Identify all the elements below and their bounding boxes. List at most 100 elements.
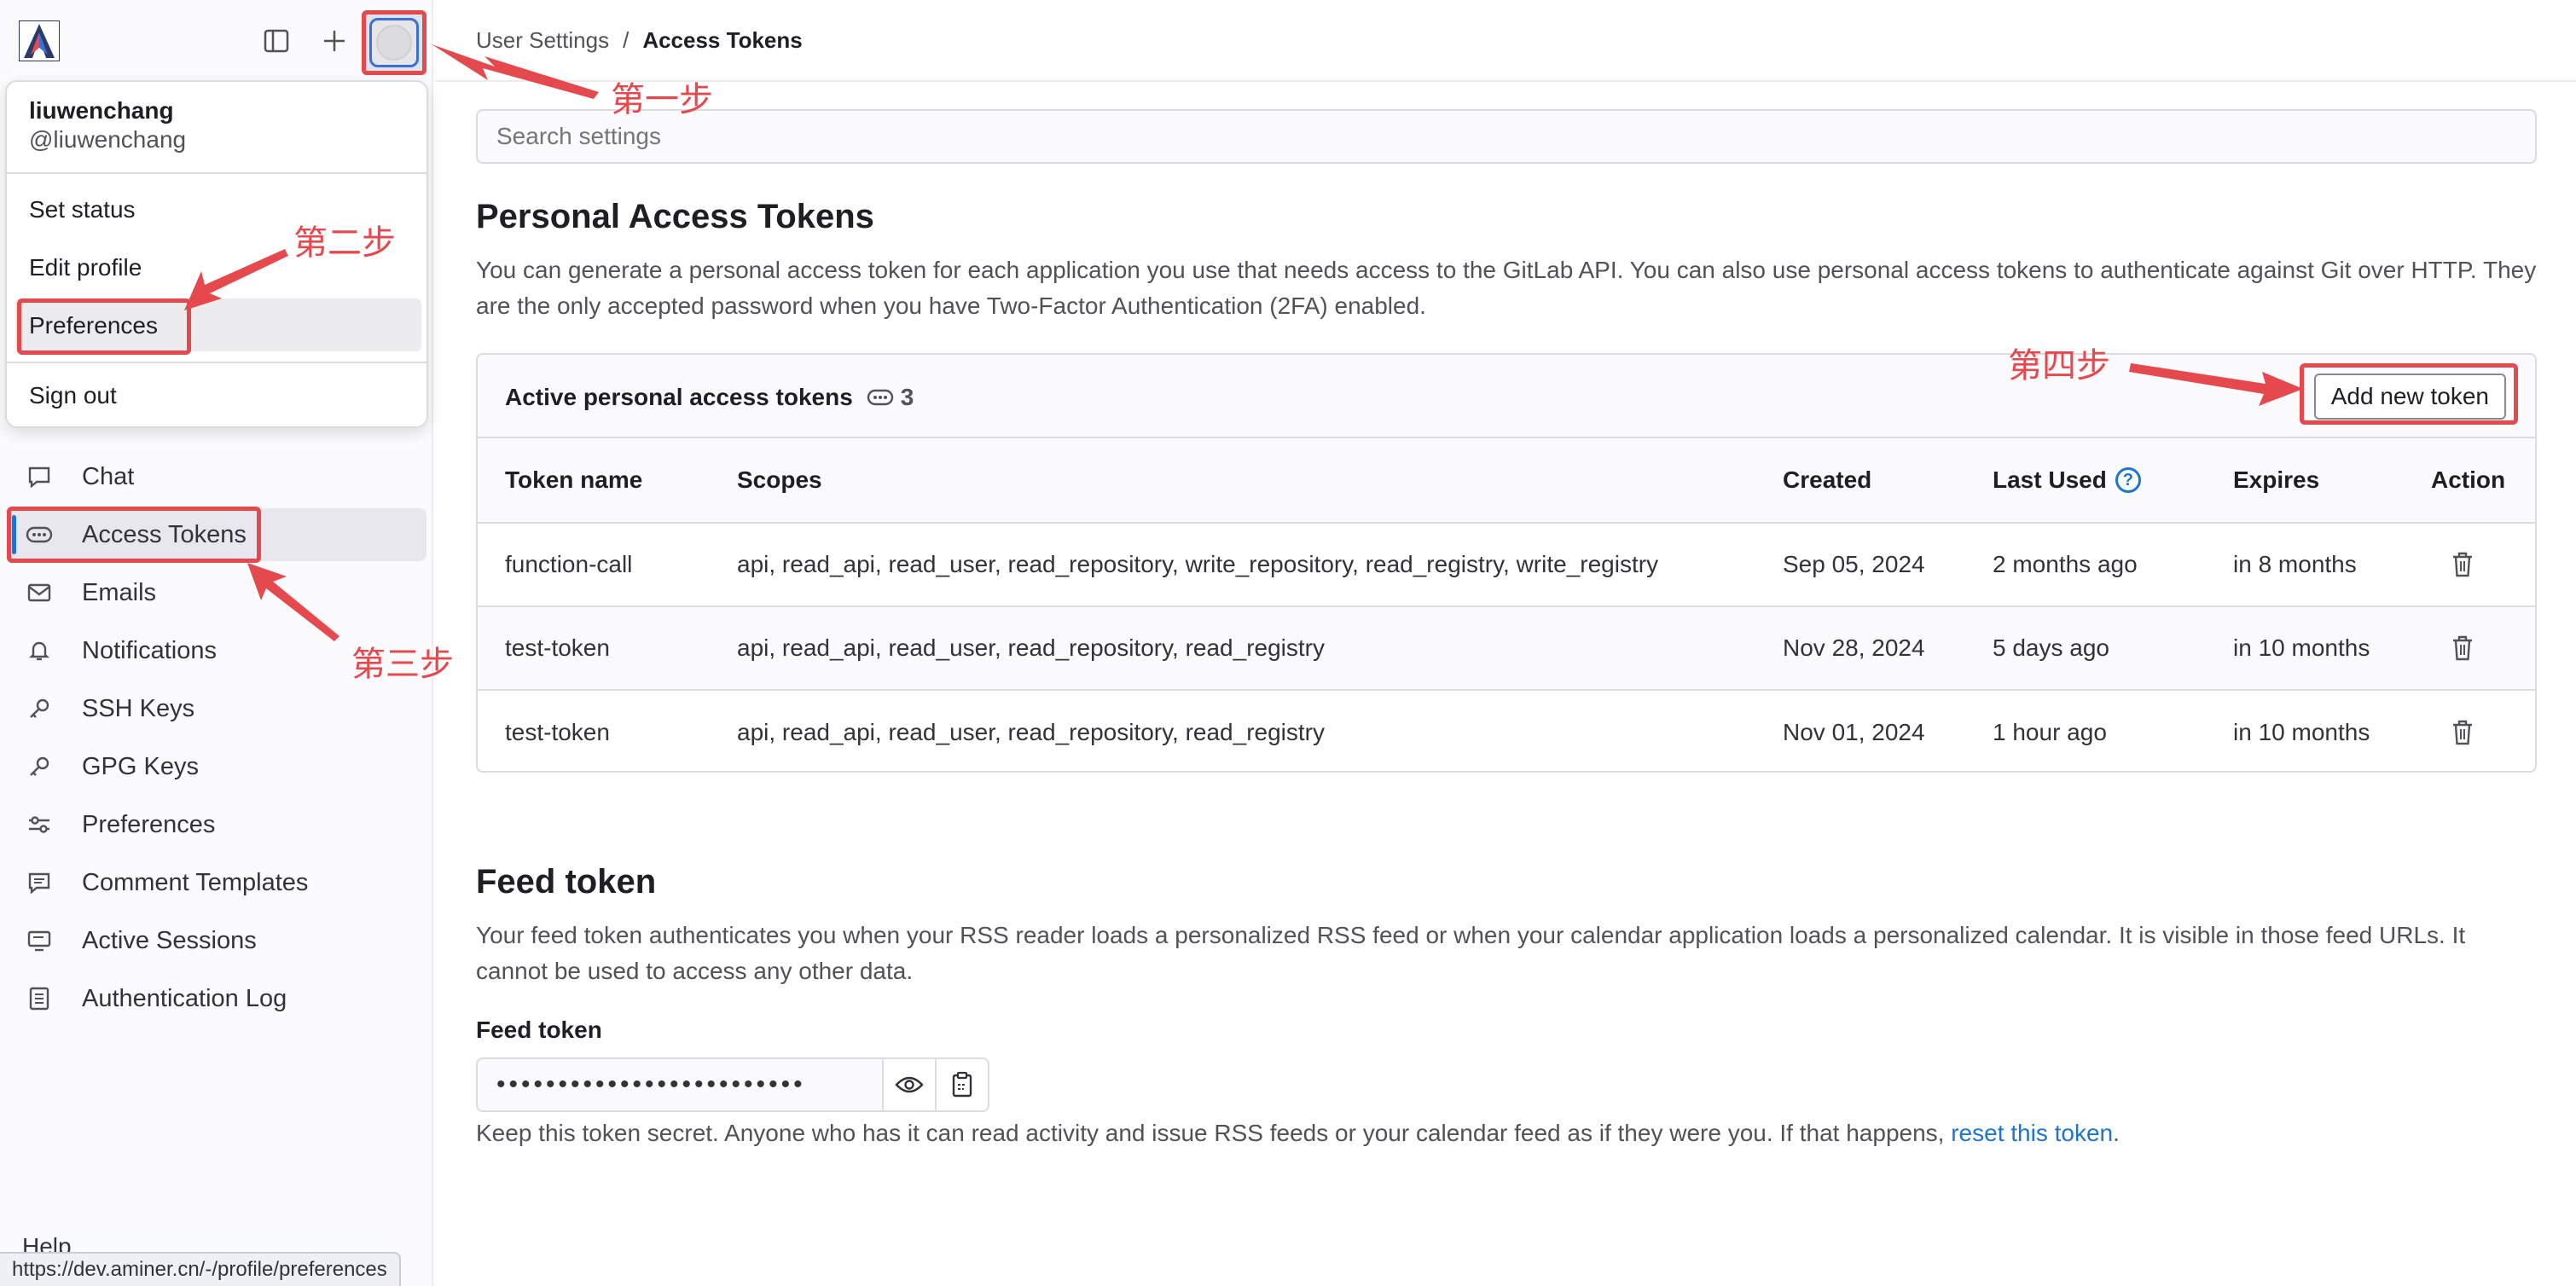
- sidebar-item-gpg-keys[interactable]: GPG Keys: [9, 740, 426, 793]
- token-count-badge: 3: [867, 384, 914, 411]
- sidebar-item-label: Preferences: [82, 810, 216, 838]
- feed-token-description: Your feed token authenticates you when y…: [476, 922, 2466, 984]
- token-scopes: api, read_api, read_user, read_repositor…: [737, 634, 1325, 661]
- breadcrumb-current[interactable]: Access Tokens: [642, 27, 802, 54]
- card-title: Active personal access tokens 3: [505, 384, 914, 411]
- breadcrumb-user-settings[interactable]: User Settings: [476, 27, 609, 54]
- annotation-step4: 第四步: [2008, 346, 2110, 385]
- user-name: liuwenchang: [29, 97, 174, 124]
- trash-icon: [2453, 552, 2472, 577]
- breadcrumb-separator: /: [623, 27, 629, 53]
- sidebar-item-ssh-keys[interactable]: SSH Keys: [9, 682, 426, 735]
- preferences-icon: [22, 812, 56, 837]
- gitlab-logo-icon[interactable]: [19, 20, 60, 61]
- token-last-used: 2 months ago: [1993, 551, 2138, 577]
- token-scopes: api, read_api, read_user, read_repositor…: [737, 551, 1659, 577]
- feed-token-field[interactable]: •••••••••••••••••••••••••: [476, 1057, 884, 1112]
- column-header: Token name: [505, 466, 643, 493]
- token-icon: [867, 389, 893, 406]
- clipboard-icon: [952, 1071, 972, 1098]
- menu-item-set-status[interactable]: Set status: [29, 196, 136, 223]
- sidebar-item-label: GPG Keys: [82, 752, 199, 780]
- table-row: test-token api, read_api, read_user, rea…: [478, 691, 2535, 771]
- column-header: Last Used ?: [1993, 438, 2141, 522]
- top-bar: User Settings / Access Tokens: [435, 0, 2576, 82]
- reset-token-link[interactable]: reset this token: [1951, 1120, 2113, 1146]
- status-bar-url: https://dev.aminer.cn/-/profile/preferen…: [0, 1252, 401, 1286]
- card-header: Active personal access tokens 3 Add new …: [478, 355, 2535, 438]
- feed-token-title: Feed token: [476, 863, 657, 901]
- annotation-step1: 第一步: [611, 80, 713, 119]
- create-new-icon[interactable]: [317, 24, 351, 58]
- annotation-highlight-preferences: [17, 298, 191, 355]
- revoke-token-button[interactable]: [2450, 691, 2475, 771]
- mail-icon: [22, 580, 56, 605]
- page-title: Personal Access Tokens: [476, 198, 874, 235]
- user-avatar-button[interactable]: [362, 10, 426, 75]
- token-created: Sep 05, 2024: [1783, 551, 1925, 577]
- sidebar-item-active-sessions[interactable]: Active Sessions: [9, 914, 426, 967]
- sidebar-item-label: Chat: [82, 462, 135, 490]
- sidebar-item-label: Emails: [82, 578, 157, 606]
- main-content: User Settings / Access Tokens Personal A…: [435, 0, 2576, 1286]
- key-icon: [22, 754, 56, 779]
- reveal-token-button[interactable]: [882, 1057, 937, 1112]
- annotation-step3: 第三步: [351, 645, 454, 684]
- annotation-highlight-add-token: [2300, 363, 2518, 425]
- key-icon: [22, 696, 56, 721]
- token-created: Nov 28, 2024: [1783, 634, 1925, 661]
- copy-token-button[interactable]: [935, 1057, 989, 1112]
- comment-icon: [22, 870, 56, 895]
- sidebar-item-label: Active Sessions: [82, 926, 257, 954]
- user-handle: @liuwenchang: [29, 126, 187, 153]
- column-header: Created: [1783, 466, 1872, 493]
- token-expires: in 10 months: [2233, 719, 2370, 745]
- column-header: Action: [2431, 466, 2506, 493]
- trash-icon: [2453, 635, 2472, 661]
- bell-icon: [22, 638, 56, 663]
- annotation-step2: 第二步: [293, 223, 396, 263]
- annotation-highlight-access-tokens: [7, 507, 261, 563]
- monitor-icon: [22, 928, 56, 953]
- sidebar-item-label: SSH Keys: [82, 694, 195, 722]
- token-name: function-call: [505, 551, 633, 577]
- trash-icon: [2453, 720, 2472, 745]
- column-header: Expires: [2233, 466, 2320, 493]
- token-expires: in 10 months: [2233, 634, 2370, 661]
- user-menu-header[interactable]: liuwenchang @liuwenchang: [29, 97, 186, 154]
- hint-text: Keep this token secret. Anyone who has i…: [476, 1120, 1952, 1146]
- eye-icon: [895, 1076, 924, 1093]
- table-row: test-token api, read_api, read_user, rea…: [478, 607, 2535, 691]
- search-settings-input[interactable]: [476, 109, 2537, 164]
- breadcrumb: User Settings / Access Tokens: [476, 27, 803, 54]
- sidebar-item-authentication-log[interactable]: Authentication Log: [9, 972, 426, 1025]
- chat-icon: [22, 464, 56, 489]
- card-title-text: Active personal access tokens: [505, 384, 853, 410]
- question-icon[interactable]: ?: [2115, 467, 2141, 493]
- sidebar-toggle-icon[interactable]: [259, 24, 293, 58]
- active-tokens-card: Active personal access tokens 3 Add new …: [476, 353, 2537, 773]
- avatar: [369, 18, 419, 67]
- token-last-used: 5 days ago: [1993, 634, 2109, 661]
- token-count: 3: [900, 384, 914, 410]
- token-name: test-token: [505, 634, 610, 661]
- sidebar-item-emails[interactable]: Emails: [9, 566, 426, 619]
- sidebar-item-preferences[interactable]: Preferences: [9, 798, 426, 851]
- revoke-token-button[interactable]: [2450, 607, 2475, 689]
- menu-item-edit-profile[interactable]: Edit profile: [29, 254, 142, 281]
- revoke-token-button[interactable]: [2450, 524, 2475, 605]
- menu-item-sign-out[interactable]: Sign out: [29, 382, 117, 409]
- sidebar-item-comment-templates[interactable]: Comment Templates: [9, 856, 426, 909]
- divider: [7, 172, 426, 174]
- sidebar-item-label: Authentication Log: [82, 984, 287, 1012]
- token-created: Nov 01, 2024: [1783, 719, 1925, 745]
- feed-token-hint: Keep this token secret. Anyone who has i…: [476, 1115, 2120, 1151]
- sidebar-item-label: Notifications: [82, 636, 217, 664]
- column-header-text: Last Used: [1993, 466, 2107, 493]
- sidebar-item-chat[interactable]: Chat: [9, 450, 426, 503]
- token-name: test-token: [505, 719, 610, 745]
- pat-description: You can generate a personal access token…: [476, 257, 2537, 319]
- column-header: Scopes: [737, 466, 822, 493]
- hint-end: .: [2113, 1120, 2120, 1146]
- table-header: Token name Scopes Created Last Used ? Ex…: [478, 438, 2535, 524]
